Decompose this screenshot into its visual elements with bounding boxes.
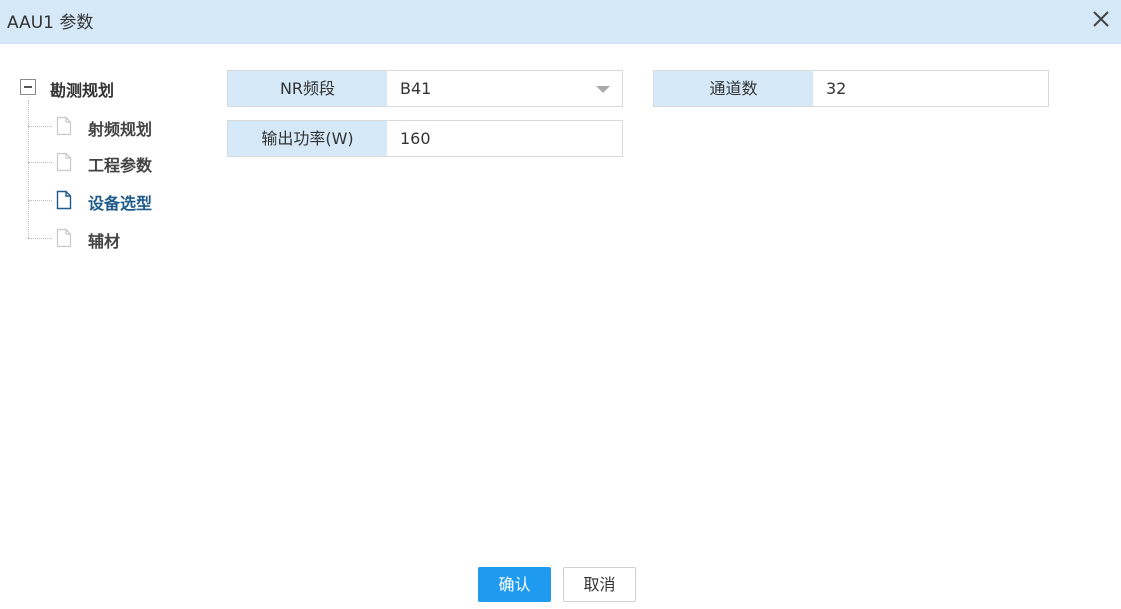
confirm-button[interactable]: 确认 [478, 567, 551, 602]
document-icon [56, 116, 72, 136]
document-icon [56, 190, 72, 210]
close-icon[interactable] [1091, 9, 1111, 29]
document-icon [56, 152, 72, 172]
tree-connector [28, 162, 52, 163]
nr-band-value[interactable]: B41 [400, 71, 431, 106]
tree-connector [28, 238, 52, 239]
tree-item-equipment-selection[interactable]: 设备选型 [28, 188, 198, 213]
channels-field[interactable]: 通道数 32 [653, 70, 1049, 107]
tree-item-label: 射频规划 [88, 120, 153, 139]
tree-item-engineering-params[interactable]: 工程参数 [28, 150, 198, 175]
dialog-header: AAU1 参数 [0, 0, 1121, 44]
tree-item-auxiliary-materials[interactable]: 辅材 [28, 226, 198, 251]
output-power-field[interactable]: 输出功率(W) 160 [227, 120, 623, 157]
nr-band-label: NR频段 [228, 71, 387, 106]
tree-root-label[interactable]: 勘测规划 [50, 77, 114, 101]
nr-band-select[interactable]: NR频段 B41 [227, 70, 623, 107]
channels-label: 通道数 [654, 71, 813, 106]
tree-item-label: 设备选型 [88, 194, 153, 213]
tree-item-rf-planning[interactable]: 射频规划 [28, 114, 198, 139]
cancel-button[interactable]: 取消 [563, 567, 636, 602]
tree-connector [28, 126, 52, 127]
collapse-icon[interactable] [20, 79, 36, 95]
tree-item-label: 工程参数 [88, 156, 153, 175]
navigation-tree: 勘测规划 射频规划 工程参数 设备选型 辅材 [0, 60, 210, 280]
dialog-title: AAU1 参数 [7, 13, 94, 33]
output-power-label: 输出功率(W) [228, 121, 387, 156]
tree-connector [28, 200, 52, 201]
tree-item-label: 辅材 [88, 232, 121, 251]
document-icon [56, 228, 72, 248]
output-power-value[interactable]: 160 [400, 121, 431, 156]
channels-value[interactable]: 32 [826, 71, 846, 106]
chevron-down-icon[interactable] [596, 86, 610, 93]
